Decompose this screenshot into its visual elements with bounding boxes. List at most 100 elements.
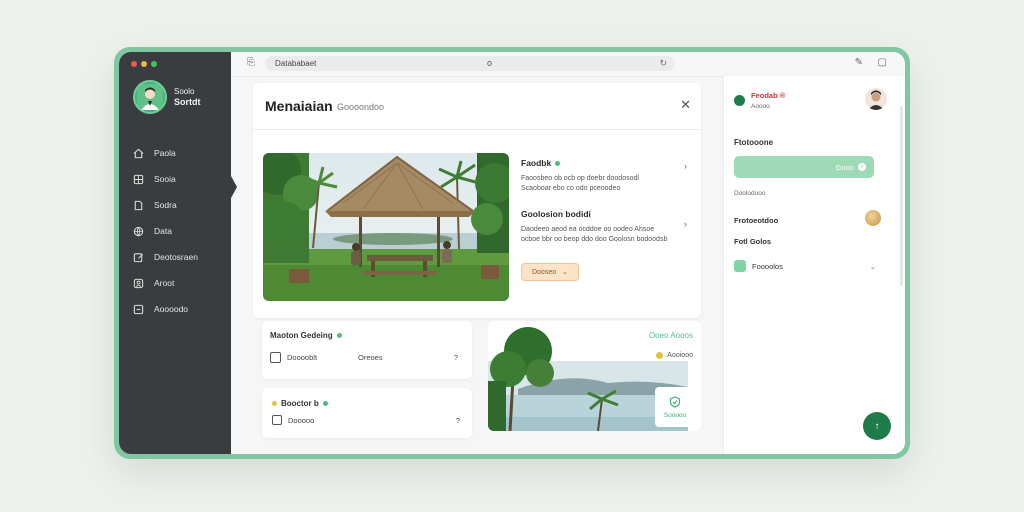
sidebar-item-label: Paola	[154, 148, 176, 158]
rp-subtitle: Aoooo	[751, 103, 770, 110]
page-icon[interactable]: ⎘	[247, 57, 255, 68]
checkbox-icon[interactable]	[270, 352, 281, 363]
minimize-window-dot[interactable]	[141, 61, 147, 67]
sidebar-item-2[interactable]: Sodra	[133, 192, 198, 218]
status-dot	[322, 401, 328, 406]
sidebar-item-label: Data	[154, 226, 172, 236]
window-controls	[131, 61, 157, 67]
card-a-title-text: Maoton Gedeing	[270, 331, 333, 340]
sidebar-nav: Paola Sooia Sodra Data Deotosraen Aroot …	[133, 140, 198, 322]
help-icon[interactable]: ?	[454, 353, 458, 362]
maximize-window-dot[interactable]	[151, 61, 157, 67]
sidebar-item-label: Aoooodo	[154, 304, 189, 314]
card-b-row-label: Dooooo	[288, 415, 315, 425]
profile-line2: Sortdt	[174, 97, 201, 107]
info-block-2: Goolosion bodidi Daodeeo aeod ea ocddoe …	[521, 209, 691, 244]
info2-title: Goolosion bodidi	[521, 209, 591, 219]
card-a: Maoton Gedeing Dooooblt Oreoes ?	[262, 321, 472, 379]
window-icon[interactable]: ▢	[878, 57, 887, 68]
help-icon[interactable]: ?	[456, 416, 460, 425]
rp-section1: Ftotooone	[734, 138, 774, 147]
rp-title: Feodab ®	[751, 91, 786, 100]
info1-title-text: Faodbk	[521, 158, 552, 168]
sidebar-item-6[interactable]: Aoooodo	[133, 296, 198, 322]
badge-tile[interactable]: Sooooo	[655, 387, 695, 427]
bell-icon	[656, 352, 664, 359]
address-text: Datababaet	[275, 59, 317, 68]
pill-label: Dooseo	[531, 268, 557, 276]
photo-card-subtitle: Aooiooo	[667, 352, 693, 359]
close-icon[interactable]: ✕	[680, 97, 691, 113]
rp-caption: Dooloduoo	[734, 190, 766, 197]
rp-section3: Fotl Golos	[734, 237, 772, 246]
page-title: Menaiaian	[265, 98, 333, 114]
refresh-icon[interactable]: ↻	[659, 58, 667, 69]
main-header: Menaiaian Goooondoo ✕	[253, 83, 701, 130]
sidebar-item-5[interactable]: Aroot	[133, 270, 198, 296]
badge-label: Sooooo	[663, 411, 687, 419]
user-avatar[interactable]	[865, 88, 887, 110]
sidebar-active-indicator	[231, 176, 237, 198]
card-b-title: Booctor b	[272, 399, 328, 408]
fab-button[interactable]: ↑	[863, 412, 891, 440]
info-block-1: Faodbk Faoosbeo ob ocb op doebr doodosod…	[521, 158, 691, 193]
sidebar-item-label: Sooia	[154, 174, 176, 184]
sidebar-item-label: Sodra	[154, 200, 177, 210]
rp-row[interactable]: Foooolos ⌄	[734, 260, 876, 272]
pin-icon[interactable]: ✎	[855, 57, 863, 68]
arrow-icon: ›	[858, 163, 866, 171]
action-pill-button[interactable]: Dooseo ⌄	[521, 263, 579, 281]
card-a-row-label: Dooooblt	[287, 353, 318, 362]
document-icon	[134, 200, 143, 210]
browser-toolbar: ⎘ Datababaet o ↻ ✎ ▢	[231, 52, 905, 77]
sidebar-item-label: Deotosraen	[154, 252, 198, 262]
coin-icon	[865, 210, 881, 226]
info1-text: Faoosbeo ob ocb op doebr doodosodl Scaob…	[521, 175, 639, 192]
profile-name: Soolo Sortdt	[174, 86, 201, 108]
plus-icon: ↑	[874, 420, 880, 432]
photo-card: Ooeo Aooos Aooiooo Sooooo	[488, 321, 701, 431]
grid-icon	[133, 174, 144, 184]
chevron-right-icon[interactable]: ›	[684, 219, 687, 229]
home-icon	[133, 148, 144, 158]
sidebar-item-label: Aroot	[154, 278, 175, 288]
page-subtitle: Goooondoo	[337, 102, 385, 112]
status-dot-yellow	[272, 401, 277, 406]
layers-icon	[133, 304, 144, 314]
rp-row-label: Foooolos	[752, 261, 783, 271]
status-icon	[734, 95, 745, 106]
right-panel: Feodab ® Aoooo Ftotooone Gooo › Dooloduo…	[723, 76, 905, 454]
sidebar-item-0[interactable]: Paola	[133, 140, 198, 166]
card-b: Booctor b Dooooo ?	[262, 388, 472, 438]
photo-card-title: Ooeo Aooos	[648, 331, 693, 340]
device-frame: Soolo Sortdt Paola Sooia Sodra Data Deot…	[114, 47, 910, 459]
primary-action-button[interactable]: Gooo ›	[734, 156, 874, 178]
checkbox-icon[interactable]	[272, 415, 282, 425]
info2-text: Daodeeo aeod ea ocddoe oo oodeo Ahsoe oc…	[521, 226, 668, 243]
sidebar-item-3[interactable]: Data	[133, 218, 198, 244]
shield-check-icon	[669, 395, 681, 408]
lock-icon	[734, 260, 746, 272]
sidebar-item-1[interactable]: Sooia	[133, 166, 198, 192]
card-a-row-value: Oreoes	[358, 353, 383, 362]
user-icon	[133, 278, 144, 288]
hut-photo	[263, 153, 509, 301]
globe-icon	[133, 226, 144, 236]
rp-section2: Frotoeotdoo	[734, 216, 779, 225]
card-b-row[interactable]: Dooooo ?	[272, 415, 466, 425]
chevron-down-icon[interactable]: ⌄	[870, 262, 876, 271]
address-bar[interactable]: Datababaet o ↻	[265, 56, 675, 71]
main-card: Menaiaian Goooondoo ✕ Faodbk Faoosbeo ob…	[253, 83, 701, 318]
sidebar-item-4[interactable]: Deotosraen	[133, 244, 198, 270]
close-window-dot[interactable]	[131, 61, 137, 67]
info1-title: Faodbk	[521, 158, 691, 168]
avatar	[133, 80, 167, 114]
card-a-row[interactable]: Dooooblt Oreoes ?	[270, 352, 466, 363]
rp-header: Feodab ® Aoooo	[734, 91, 785, 110]
status-dot	[336, 333, 342, 338]
profile-line1: Soolo	[174, 87, 195, 96]
profile[interactable]: Soolo Sortdt	[133, 80, 201, 114]
card-b-title-text: Booctor b	[281, 399, 319, 408]
chevron-right-icon[interactable]: ›	[684, 161, 687, 171]
scrollbar[interactable]	[900, 106, 903, 286]
